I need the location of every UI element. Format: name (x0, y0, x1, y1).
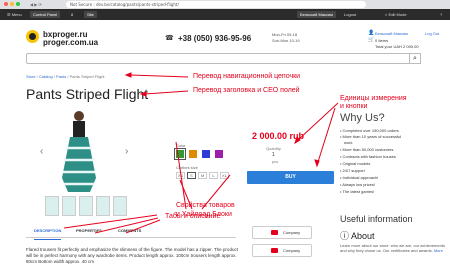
annotation-tabs: Табы и описание (165, 213, 221, 220)
annotation-breadcrumb: Перевод навигационной цепочки (193, 73, 301, 80)
annotation-units: Единицы измерения (340, 95, 407, 102)
annotation-arrows (63, 72, 339, 234)
annotation-buttons: и кнопки (340, 103, 368, 110)
annotation-properties: Свойства товаров (176, 202, 235, 209)
annotation-title: Перевод заголовка и СЕО полей (193, 87, 300, 94)
